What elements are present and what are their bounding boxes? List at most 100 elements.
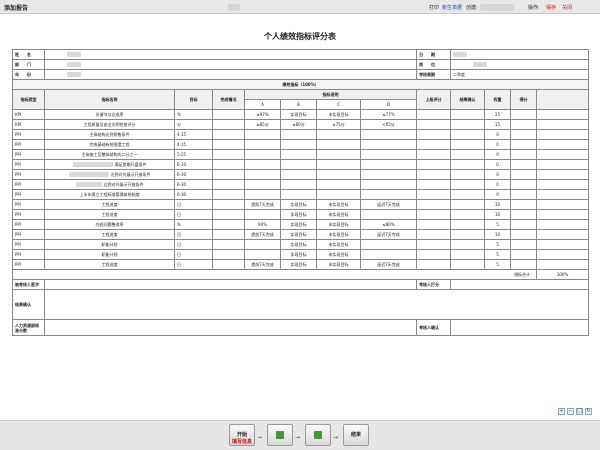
- row-actual-input[interactable]: [212, 159, 245, 170]
- workflow-bar: 开始 填写信息 → → → 结束: [0, 420, 600, 450]
- result-confirm-input[interactable]: [43, 289, 590, 320]
- redacted-text: [72, 162, 113, 167]
- row-result-confirm-input[interactable]: [450, 119, 486, 130]
- fit-icon[interactable]: □: [576, 408, 583, 415]
- row-type: KPI: [12, 109, 45, 120]
- row-leader-score-input[interactable]: [416, 259, 452, 270]
- row-target: 4-15: [174, 129, 213, 140]
- row-result-confirm-input[interactable]: [450, 249, 486, 260]
- flow-arrow-icon: →: [257, 434, 263, 441]
- save-link[interactable]: 保存: [546, 4, 556, 11]
- row-actual-input[interactable]: [212, 249, 245, 260]
- col-extra: [536, 89, 590, 110]
- footer-row: 结果确认: [12, 289, 590, 320]
- row-type: PPI: [12, 229, 45, 240]
- name-label: 姓 名: [12, 49, 45, 60]
- row-actual-input[interactable]: [212, 219, 245, 230]
- row-level-b: 实现目标: [280, 199, 317, 210]
- row-score: [510, 239, 538, 250]
- row-level-d: 延迟7天完成: [359, 199, 418, 210]
- dept-value[interactable]: [43, 59, 418, 70]
- year-label: 年 份: [12, 69, 45, 80]
- row-result-confirm-input[interactable]: [450, 179, 486, 190]
- row-weight: 0: [484, 149, 512, 160]
- row-result-confirm-input[interactable]: [450, 229, 486, 240]
- row-leader-score-input[interactable]: [416, 159, 452, 170]
- year-value[interactable]: [43, 69, 418, 80]
- table-row: PPI 达到对外展示开放条件 6-30 0: [12, 169, 590, 180]
- row-result-confirm-input[interactable]: [450, 159, 486, 170]
- row-result-confirm-input[interactable]: [450, 149, 486, 160]
- zoom-out-icon[interactable]: −: [567, 408, 574, 415]
- dept-label: 部 门: [12, 59, 45, 70]
- assessor-confirm-input[interactable]: [450, 319, 590, 336]
- row-weight: 0: [484, 129, 512, 140]
- new-process-link[interactable]: 新生单据: [442, 4, 462, 11]
- step-3-button[interactable]: [305, 424, 331, 446]
- row-actual-input[interactable]: [212, 199, 245, 210]
- row-result-confirm-input[interactable]: [450, 109, 486, 120]
- start-step-label: 开始: [236, 432, 247, 438]
- row-leader-score-input[interactable]: [416, 139, 452, 150]
- row-leader-score-input[interactable]: [416, 179, 452, 190]
- row-actual-input[interactable]: [212, 139, 245, 150]
- date-value[interactable]: [450, 49, 590, 60]
- row-level-c: 未实现目标: [316, 219, 361, 230]
- row-result-confirm-input[interactable]: [450, 189, 486, 200]
- row-level-c: [316, 169, 361, 180]
- row-result-confirm-input[interactable]: [450, 219, 486, 230]
- row-leader-score-input[interactable]: [416, 109, 452, 120]
- row-actual-input[interactable]: [212, 129, 245, 140]
- print-link[interactable]: 打印: [429, 4, 439, 11]
- row-actual-input[interactable]: [212, 109, 245, 120]
- start-step-button[interactable]: 开始 填写信息: [229, 424, 255, 446]
- row-actual-input[interactable]: [212, 189, 245, 200]
- row-leader-score-input[interactable]: [416, 199, 452, 210]
- row-leader-score-input[interactable]: [416, 149, 452, 160]
- refresh-icon[interactable]: ↻: [585, 408, 592, 415]
- end-step-button[interactable]: 结束: [343, 424, 369, 446]
- row-extra: [536, 219, 590, 230]
- row-leader-score-input[interactable]: [416, 209, 452, 220]
- zoom-in-icon[interactable]: +: [558, 408, 565, 415]
- row-actual-input[interactable]: [212, 119, 245, 130]
- row-result-confirm-input[interactable]: [450, 209, 486, 220]
- row-actual-input[interactable]: [212, 149, 245, 160]
- period-value[interactable]: 二季度: [450, 69, 590, 80]
- row-weight: 5: [484, 249, 512, 260]
- row-actual-input[interactable]: [212, 259, 245, 270]
- row-target: %: [174, 109, 213, 120]
- row-leader-score-input[interactable]: [416, 229, 452, 240]
- position-value[interactable]: [450, 59, 590, 70]
- close-link[interactable]: 关闭: [562, 4, 572, 11]
- row-leader-score-input[interactable]: [416, 239, 452, 250]
- row-level-b: [280, 149, 317, 160]
- row-leader-score-input[interactable]: [416, 219, 452, 230]
- row-leader-score-input[interactable]: [416, 129, 452, 140]
- row-result-confirm-input[interactable]: [450, 169, 486, 180]
- self-sign-input[interactable]: [43, 279, 418, 290]
- step-2-button[interactable]: [267, 424, 293, 446]
- row-actual-input[interactable]: [212, 169, 245, 180]
- row-leader-score-input[interactable]: [416, 169, 452, 180]
- name-value[interactable]: [43, 49, 418, 60]
- row-actual-input[interactable]: [212, 229, 245, 240]
- row-actual-input[interactable]: [212, 209, 245, 220]
- row-result-confirm-input[interactable]: [450, 139, 486, 150]
- row-leader-score-input[interactable]: [416, 249, 452, 260]
- row-result-confirm-input[interactable]: [450, 129, 486, 140]
- total-label: 指标合计：: [11, 269, 538, 280]
- hr-review-input[interactable]: [43, 319, 418, 336]
- row-result-confirm-input[interactable]: [450, 259, 486, 270]
- row-level-d: [359, 239, 418, 250]
- row-result-confirm-input[interactable]: [450, 199, 486, 210]
- row-extra: [536, 229, 590, 240]
- row-result-confirm-input[interactable]: [450, 239, 486, 250]
- table-row: PPI 工程进度 日 提前7天完成 实现目标 未实现目标 延迟7天完成 10: [12, 199, 590, 210]
- row-leader-score-input[interactable]: [416, 119, 452, 130]
- assessor-score-input[interactable]: [450, 279, 590, 290]
- row-leader-score-input[interactable]: [416, 189, 452, 200]
- row-actual-input[interactable]: [212, 239, 245, 250]
- row-actual-input[interactable]: [212, 179, 245, 190]
- row-target: 日: [174, 209, 213, 220]
